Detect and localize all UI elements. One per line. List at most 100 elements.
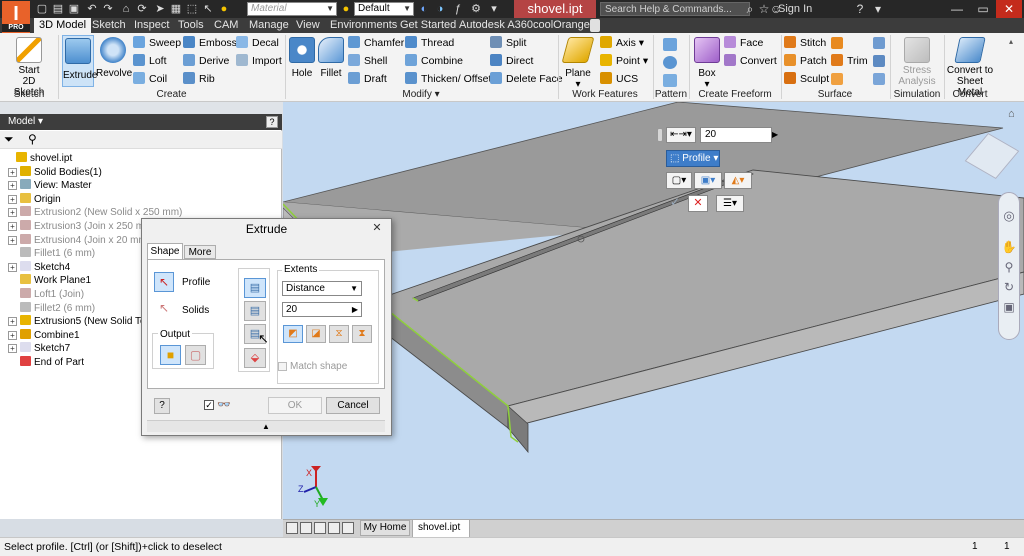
solids-select-button[interactable]: ↖ xyxy=(154,299,174,319)
browser-tree-item[interactable]: + Extrusion3 (Join x 250 mm) xyxy=(8,220,156,233)
appearance-dropdown[interactable]: Default ▼ xyxy=(354,2,414,16)
ribbon-collapse-icon[interactable]: ▴ xyxy=(1004,36,1018,48)
mini-toolbar-grip[interactable] xyxy=(657,128,663,142)
mirror-icon[interactable] xyxy=(663,74,677,87)
extrude-button[interactable]: Extrude xyxy=(62,35,97,87)
undo-icon[interactable]: ↶ xyxy=(84,2,100,16)
combine-button[interactable]: Combine xyxy=(405,53,463,69)
browser-tree-item[interactable]: + Sketch7 xyxy=(8,342,70,355)
patch-button[interactable]: Patch xyxy=(784,53,827,69)
match-shape-checkbox[interactable] xyxy=(278,362,287,371)
stitch-button[interactable]: Stitch xyxy=(784,35,826,51)
browser-tree-item[interactable]: + Solid Bodies(1) xyxy=(8,165,102,179)
material-dropdown[interactable]: Material ▼ xyxy=(247,2,337,16)
expand-icon[interactable]: + xyxy=(8,317,17,327)
direction-default-button[interactable]: ◩ xyxy=(283,325,303,343)
help-dropdown-icon[interactable]: ▾ xyxy=(870,2,886,16)
ucs-button[interactable]: UCS xyxy=(600,71,638,87)
model-browser-header[interactable]: Model ▾ xyxy=(0,114,282,130)
distance-mode-icon[interactable]: ⇤⇥▾ xyxy=(666,127,696,143)
delete-face-button[interactable]: Delete Face xyxy=(490,71,563,87)
sculpt-button[interactable]: Sculpt xyxy=(784,71,829,87)
pan-icon[interactable]: ✋ xyxy=(1001,240,1017,254)
draft-button[interactable]: Draft xyxy=(348,71,387,87)
zoom-icon[interactable]: ⚲ xyxy=(1001,260,1017,274)
decal-button[interactable]: Decal xyxy=(236,35,279,51)
tab-manage[interactable]: Manage xyxy=(244,18,294,33)
update-icon[interactable]: ⟳ xyxy=(134,2,150,16)
modify-group-label[interactable]: Modify ▾ xyxy=(286,89,556,101)
expand-icon[interactable]: + xyxy=(8,194,17,204)
filter-icon[interactable]: ⏷ xyxy=(4,133,14,146)
expand-icon[interactable]: + xyxy=(8,167,17,177)
orbit-icon[interactable]: ↻ xyxy=(1001,280,1017,294)
cascade-icon[interactable] xyxy=(300,522,312,534)
point-button[interactable]: Point ▾ xyxy=(600,53,648,69)
derive-button[interactable]: Derive xyxy=(183,53,229,69)
expand-icon[interactable]: + xyxy=(8,222,17,231)
dialog-close-icon[interactable]: ✕ xyxy=(368,221,386,235)
tab-cam[interactable]: CAM xyxy=(209,18,243,33)
split-button[interactable]: Split xyxy=(490,35,526,51)
browser-tree-item[interactable]: + Combine1 xyxy=(8,328,80,342)
parameters-icon[interactable]: ƒ xyxy=(450,2,466,16)
rib-button[interactable]: Rib xyxy=(183,71,215,87)
project-icon[interactable]: ⬚ xyxy=(184,2,200,16)
dialog-title[interactable]: Extrude xyxy=(142,219,391,239)
quick-access-chevron-icon[interactable]: ▾ xyxy=(486,2,502,16)
stress-analysis-button[interactable]: Stress Analysis xyxy=(893,37,941,87)
new-solid-button[interactable]: ⬙ xyxy=(244,348,266,368)
next-window-icon[interactable] xyxy=(328,522,340,534)
browser-tree-item[interactable]: + Extrusion5 (New Solid To) xyxy=(8,315,149,328)
loft-button[interactable]: Loft xyxy=(133,53,167,69)
repair-icon[interactable] xyxy=(873,37,885,49)
browser-tree-item[interactable]: shovel.ipt xyxy=(4,152,72,165)
rectangular-pattern-icon[interactable] xyxy=(663,38,677,51)
search-input[interactable]: Search Help & Commands... xyxy=(600,2,750,16)
viewcube-home-icon[interactable]: ⌂ xyxy=(1008,108,1015,120)
home-icon[interactable]: ⌂ xyxy=(118,2,134,16)
mini-cancel-icon[interactable]: ✕ xyxy=(688,195,708,212)
browser-help-icon[interactable]: ? xyxy=(266,116,278,128)
freeform-face-button[interactable]: Face xyxy=(724,35,763,51)
emboss-button[interactable]: Emboss xyxy=(183,35,237,51)
output-surface-button[interactable]: ▢ xyxy=(185,345,206,365)
direction-symmetric-button[interactable]: ⧖ xyxy=(329,325,349,343)
select-icon[interactable]: ➤ xyxy=(152,2,168,16)
coil-button[interactable]: Coil xyxy=(133,71,167,87)
mini-distance-input[interactable]: 20 xyxy=(700,127,772,143)
tab-autodesk-a360[interactable]: Autodesk A360 xyxy=(454,18,538,33)
help-icon[interactable]: ? xyxy=(852,2,868,16)
chamfer-button[interactable]: Chamfer xyxy=(348,35,404,51)
cancel-button[interactable]: Cancel xyxy=(326,397,380,414)
hole-button[interactable]: Hole xyxy=(288,37,316,79)
mini-ok-icon[interactable]: ✓ xyxy=(666,195,684,212)
adjust-icon[interactable]: ◐ xyxy=(416,2,432,16)
extents-type-select[interactable]: Distance ▼ xyxy=(282,281,362,296)
measure-icon[interactable]: ⚙ xyxy=(468,2,484,16)
close-icon[interactable]: ✕ xyxy=(996,0,1022,18)
mini-profile-button[interactable]: ⬚ Profile ▾ xyxy=(666,150,720,167)
plane-button[interactable]: Plane ▾ xyxy=(561,37,595,90)
thicken-offset-button[interactable]: Thicken/ Offset xyxy=(405,71,491,87)
mini-menu-icon[interactable]: ☰▾ xyxy=(716,195,744,212)
mini-output-icon[interactable]: ▢▾ xyxy=(666,172,692,189)
tab-options-icon[interactable] xyxy=(590,19,600,32)
revolve-button[interactable]: Revolve xyxy=(96,37,132,79)
arrange-icon[interactable] xyxy=(314,522,326,534)
fillet-button[interactable]: Fillet xyxy=(317,37,345,79)
tab-tools[interactable]: Tools xyxy=(173,18,209,33)
fit-mesh-icon[interactable] xyxy=(873,55,885,67)
import-button[interactable]: Import xyxy=(236,53,282,69)
expand-icon[interactable]: + xyxy=(8,181,17,191)
sweep-button[interactable]: Sweep xyxy=(133,35,181,51)
shell-button[interactable]: Shell xyxy=(348,53,387,69)
steering-wheel-icon[interactable]: ◎ xyxy=(1001,208,1017,224)
browser-tree-item[interactable]: + Origin xyxy=(8,192,61,206)
direct-button[interactable]: Direct xyxy=(490,53,533,69)
browser-tree-item[interactable]: End of Part xyxy=(8,356,84,369)
freeform-convert-button[interactable]: Convert xyxy=(724,53,777,69)
extend-icon[interactable] xyxy=(831,37,843,49)
save-icon[interactable]: ▣ xyxy=(66,2,82,16)
expand-icon[interactable]: + xyxy=(8,330,17,340)
